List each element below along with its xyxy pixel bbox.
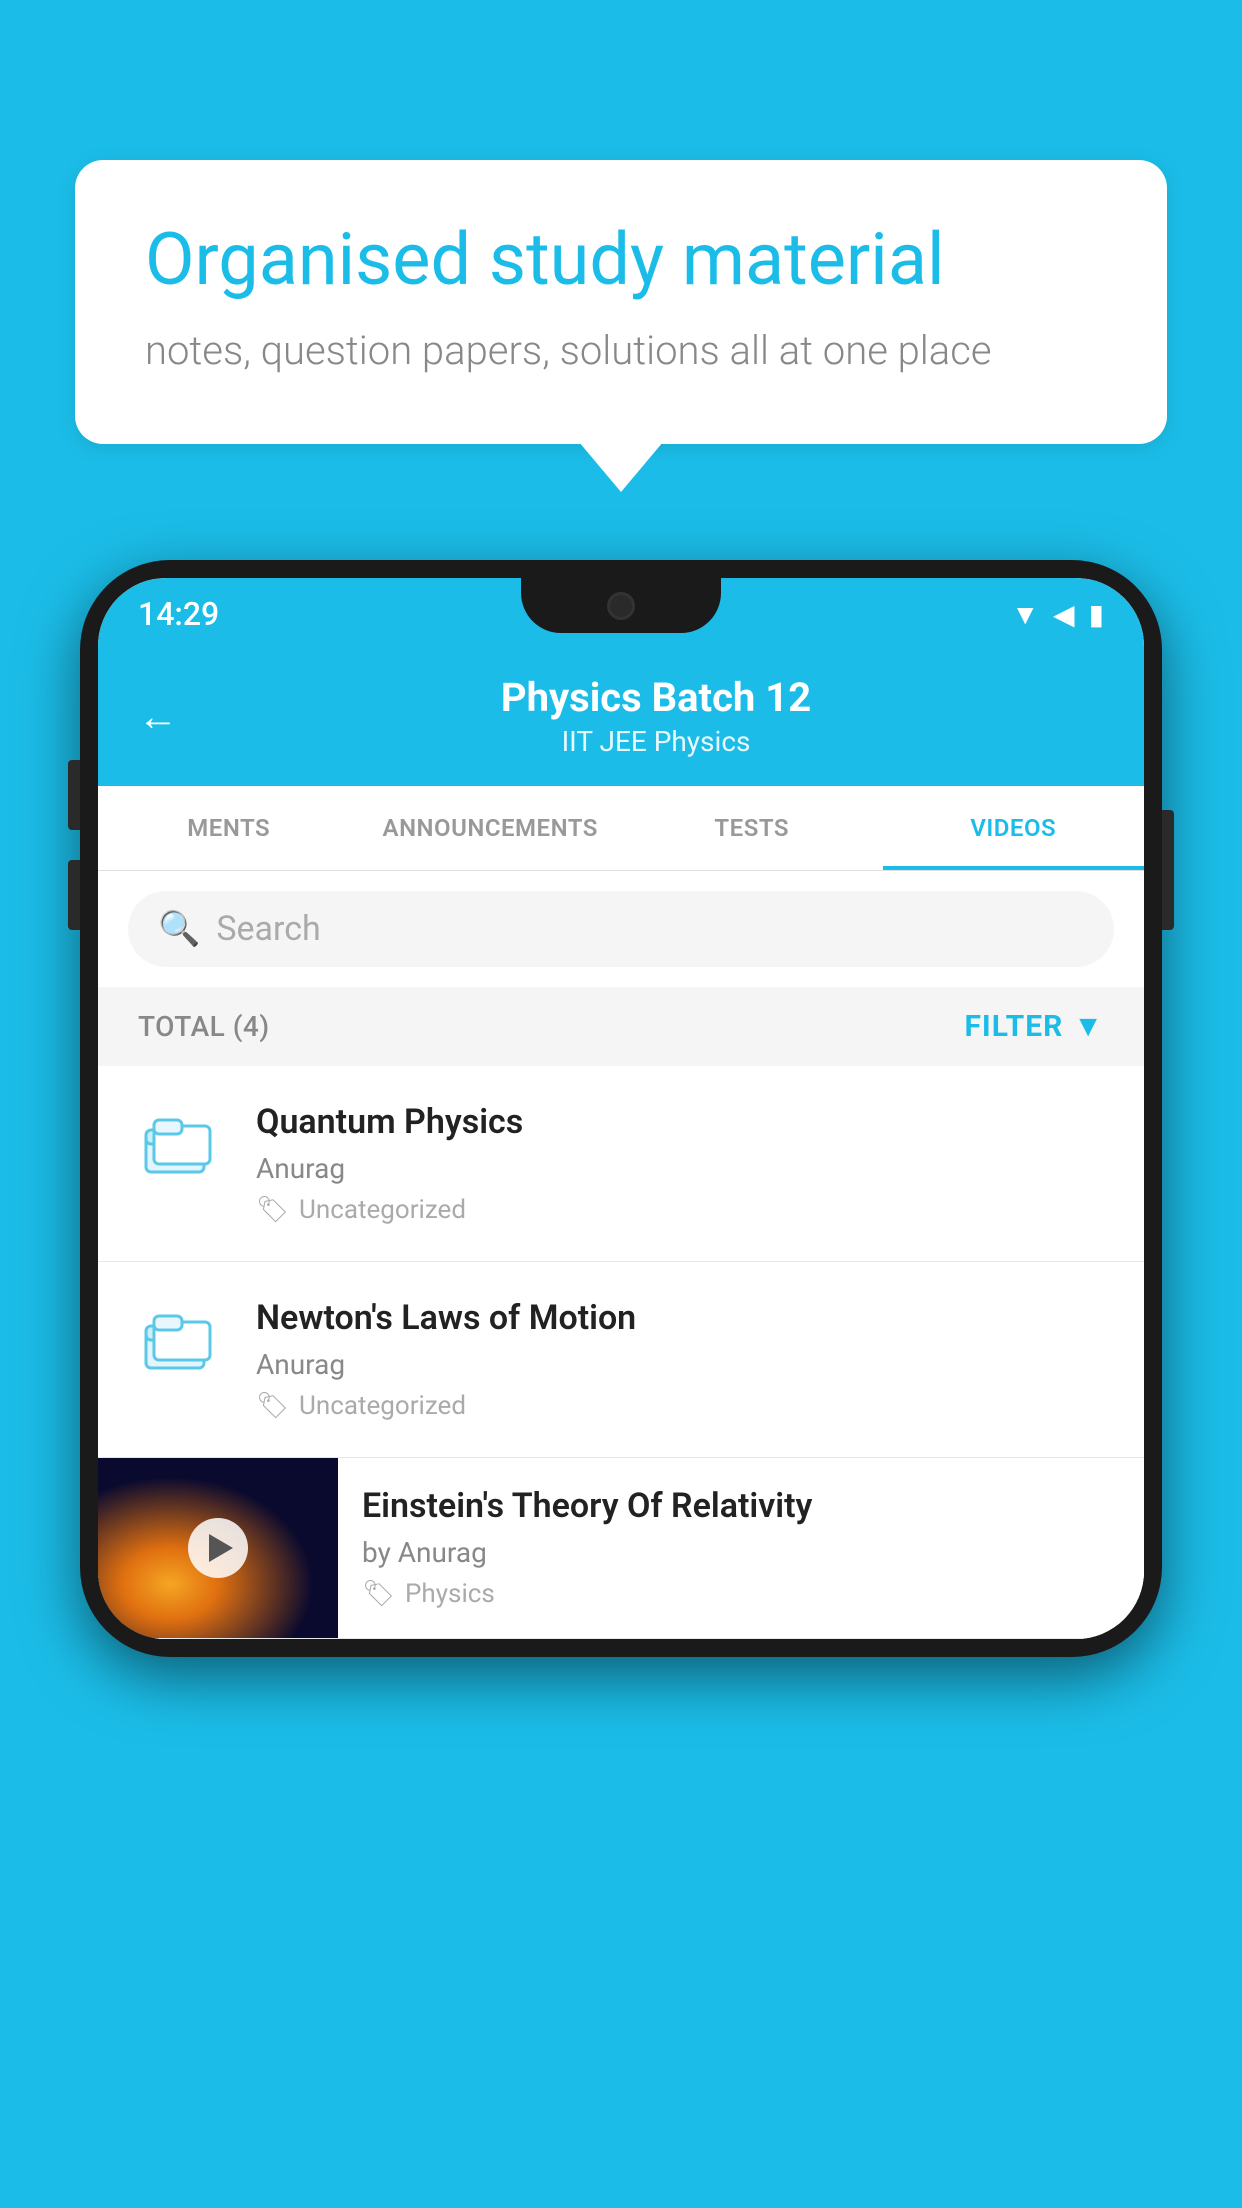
tab-tests[interactable]: TESTS [621, 786, 883, 870]
folder-icon [142, 1304, 214, 1376]
folder-icon-container [128, 1102, 228, 1180]
play-icon [209, 1534, 233, 1562]
app-header: ← Physics Batch 12 IIT JEE Physics [98, 650, 1144, 786]
speech-bubble: Organised study material notes, question… [75, 160, 1167, 444]
tab-announcements[interactable]: ANNOUNCEMENTS [360, 786, 622, 870]
speech-bubble-heading: Organised study material [145, 220, 1097, 299]
video-author: Anurag [256, 1348, 1114, 1381]
filter-funnel-icon: ▼ [1073, 1009, 1104, 1044]
phone-frame: 14:29 ▼ ◀ ▮ ← Physics Batch 12 IIT JEE P… [80, 560, 1162, 2208]
filter-row: TOTAL (4) FILTER ▼ [98, 987, 1144, 1066]
play-button[interactable] [188, 1518, 248, 1578]
status-time: 14:29 [138, 595, 219, 633]
back-button[interactable]: ← [138, 693, 178, 740]
video-tag: 🏷 Uncategorized [256, 1195, 1114, 1225]
phone-screen: 14:29 ▼ ◀ ▮ ← Physics Batch 12 IIT JEE P… [98, 578, 1144, 1639]
search-input[interactable]: Search [216, 909, 320, 949]
phone-notch [521, 578, 721, 633]
speech-bubble-subtext: notes, question papers, solutions all at… [145, 327, 1097, 374]
volume-down-button[interactable] [68, 860, 80, 930]
video-author: Anurag [256, 1152, 1114, 1185]
video-title: Einstein's Theory Of Relativity [362, 1486, 1120, 1526]
header-subtitle: IIT JEE Physics [208, 725, 1104, 758]
search-bar-wrapper: 🔍 Search [98, 871, 1144, 987]
tab-ments[interactable]: MENTS [98, 786, 360, 870]
signal-icon: ◀ [1053, 598, 1075, 631]
video-title: Quantum Physics [256, 1102, 1114, 1142]
search-icon: 🔍 [158, 909, 200, 949]
header-title-block: Physics Batch 12 IIT JEE Physics [208, 674, 1104, 758]
filter-button[interactable]: FILTER ▼ [964, 1009, 1104, 1044]
video-item-info: Einstein's Theory Of Relativity by Anura… [338, 1458, 1144, 1637]
video-item-info: Quantum Physics Anurag 🏷 Uncategorized [256, 1102, 1114, 1225]
video-thumbnail [98, 1458, 338, 1638]
video-list: Quantum Physics Anurag 🏷 Uncategorized [98, 1066, 1144, 1639]
camera-icon [607, 592, 635, 620]
video-tag: 🏷 Physics [362, 1579, 1120, 1609]
video-author: by Anurag [362, 1536, 1120, 1569]
search-bar[interactable]: 🔍 Search [128, 891, 1114, 967]
tab-videos[interactable]: VIDEOS [883, 786, 1145, 870]
video-title: Newton's Laws of Motion [256, 1298, 1114, 1338]
list-item[interactable]: Einstein's Theory Of Relativity by Anura… [98, 1458, 1144, 1639]
folder-icon [142, 1108, 214, 1180]
tag-icon: 🏷 [362, 1579, 395, 1609]
volume-up-button[interactable] [68, 760, 80, 830]
battery-icon: ▮ [1089, 598, 1104, 631]
tag-icon: 🏷 [256, 1391, 289, 1421]
video-tag: 🏷 Uncategorized [256, 1391, 1114, 1421]
status-icons: ▼ ◀ ▮ [1011, 598, 1104, 631]
video-item-info: Newton's Laws of Motion Anurag 🏷 Uncateg… [256, 1298, 1114, 1421]
power-button[interactable] [1162, 810, 1174, 930]
header-title: Physics Batch 12 [208, 674, 1104, 721]
list-item[interactable]: Quantum Physics Anurag 🏷 Uncategorized [98, 1066, 1144, 1262]
folder-icon-container [128, 1298, 228, 1376]
wifi-icon: ▼ [1011, 598, 1039, 631]
tag-icon: 🏷 [256, 1195, 289, 1225]
list-item[interactable]: Newton's Laws of Motion Anurag 🏷 Uncateg… [98, 1262, 1144, 1458]
tabs-bar: MENTS ANNOUNCEMENTS TESTS VIDEOS [98, 786, 1144, 871]
total-count-label: TOTAL (4) [138, 1010, 270, 1043]
